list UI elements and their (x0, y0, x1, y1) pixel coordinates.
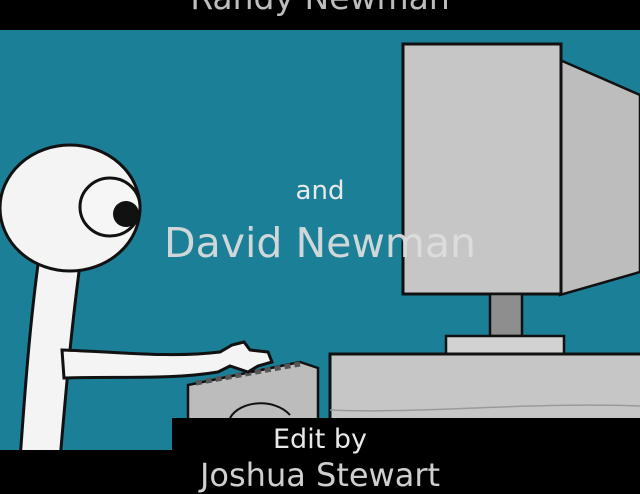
credit-and: and (295, 176, 345, 206)
credit-edit-by: Edit by (273, 424, 367, 455)
credit-name: David Newman (164, 219, 476, 267)
monitor-base (444, 334, 566, 357)
monitor-neck (488, 292, 524, 338)
credit-bottom-line: Joshua Stewart (199, 456, 441, 494)
credit-top-line: Randy Newman (0, 0, 640, 17)
